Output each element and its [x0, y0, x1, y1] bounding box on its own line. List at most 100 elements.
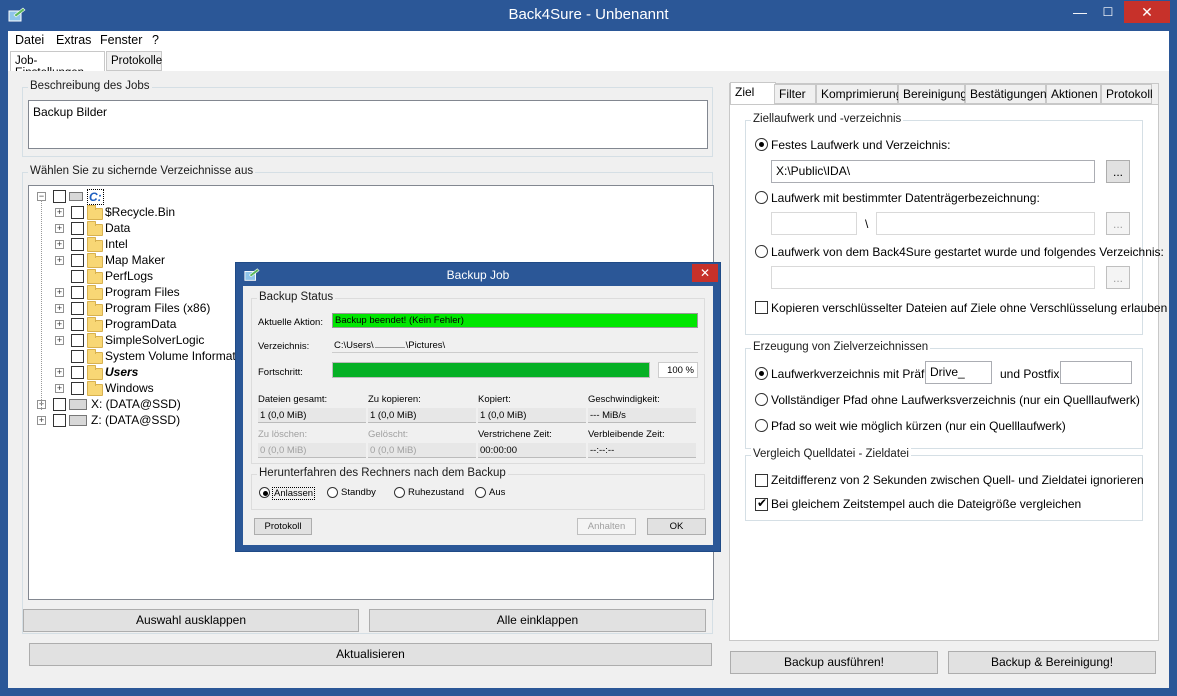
browse-start-drive-button[interactable]: ... — [1106, 266, 1130, 289]
tab-protokoll[interactable]: Protokoll — [1101, 84, 1153, 104]
radio-aus[interactable] — [475, 487, 486, 498]
tree-item[interactable]: + $Recycle.Bin — [55, 205, 255, 221]
checkbox-copy-encrypted[interactable] — [755, 301, 768, 314]
browse-path-button[interactable]: ... — [1106, 160, 1130, 183]
checkbox[interactable] — [71, 350, 84, 363]
tree-item[interactable]: + Users — [55, 365, 255, 381]
tree-drive[interactable]: + Z: (DATA@SSD) — [37, 413, 237, 429]
checkbox[interactable] — [71, 318, 84, 331]
radio-standby[interactable] — [327, 487, 338, 498]
tree-item[interactable]: + Data — [55, 221, 255, 237]
expand-selection-button[interactable]: Auswahl ausklappen — [23, 609, 359, 632]
radio-short-path[interactable] — [755, 419, 768, 432]
tree-item[interactable]: + Map Maker — [55, 253, 255, 269]
run-backup-button[interactable]: Backup ausführen! — [730, 651, 938, 674]
checkbox[interactable] — [71, 302, 84, 315]
expand-icon[interactable]: + — [55, 304, 64, 313]
expand-icon[interactable]: + — [55, 368, 64, 377]
checkbox[interactable] — [71, 382, 84, 395]
tree-item[interactable]: PerfLogs — [55, 269, 255, 285]
postfix-input[interactable] — [1060, 361, 1132, 384]
expand-icon[interactable]: + — [55, 240, 64, 249]
tree-item[interactable]: + Program Files (x86) — [55, 301, 255, 317]
target-path-input[interactable]: X:\Public\IDA\ — [771, 160, 1095, 183]
tree-item-label: Intel — [105, 237, 128, 251]
menu-help[interactable]: ? — [152, 33, 159, 47]
radio-ruhezustand[interactable] — [394, 487, 405, 498]
checkbox[interactable] — [53, 414, 66, 427]
radio-fixed-drive[interactable] — [755, 138, 768, 151]
minimize-button[interactable]: — — [1066, 1, 1094, 23]
radio-start-drive[interactable] — [755, 245, 768, 258]
title-bar[interactable]: Back4Sure - Unbenannt — ☐ ✕ — [0, 0, 1177, 31]
maximize-button[interactable]: ☐ — [1094, 1, 1122, 23]
dialog-close-button[interactable]: ✕ — [692, 264, 718, 282]
expand-icon[interactable]: + — [55, 256, 64, 265]
tab-ziel[interactable]: Ziel — [730, 82, 776, 104]
checkbox[interactable] — [71, 206, 84, 219]
tree-item[interactable]: + SimpleSolverLogic — [55, 333, 255, 349]
tree-item[interactable]: + Program Files — [55, 285, 255, 301]
radio-volume-label[interactable] — [755, 191, 768, 204]
checkbox[interactable] — [71, 238, 84, 251]
stat-value: --- MiB/s — [588, 408, 696, 423]
radio-anlassen[interactable] — [259, 487, 270, 498]
target-group: Ziellaufwerk und -verzeichnis Festes Lau… — [745, 113, 1167, 335]
checkbox-time-diff[interactable] — [755, 474, 768, 487]
dialog-pause-button[interactable]: Anhalten — [577, 518, 636, 535]
tab-protocols[interactable]: Protokolle — [106, 51, 162, 71]
close-button[interactable]: ✕ — [1124, 1, 1170, 23]
stat-label: Verbleibende Zeit: — [588, 429, 665, 440]
tree-item[interactable]: System Volume Information — [55, 349, 255, 365]
volume-label-input[interactable] — [771, 212, 857, 235]
tree-item-label: System Volume Information — [105, 349, 252, 363]
tab-bestaetigungen[interactable]: Bestätigungen — [965, 84, 1047, 104]
checkbox[interactable] — [71, 254, 84, 267]
target-dirs-group: Erzeugung von Zielverzeichnissen Laufwer… — [745, 341, 1143, 449]
expand-icon[interactable]: + — [55, 320, 64, 329]
checkbox[interactable] — [53, 190, 66, 203]
tab-filter[interactable]: Filter — [774, 84, 816, 104]
tab-bereinigung[interactable]: Bereinigung — [898, 84, 967, 104]
checkbox-size-compare[interactable] — [755, 496, 768, 511]
checkbox[interactable] — [71, 366, 84, 379]
prefix-input[interactable]: Drive_ — [925, 361, 992, 384]
expand-icon[interactable]: + — [55, 208, 64, 217]
refresh-button[interactable]: Aktualisieren — [29, 643, 712, 666]
menu-extras[interactable]: Extras — [56, 33, 91, 47]
tree-item[interactable]: + ProgramData — [55, 317, 255, 333]
dialog-ok-button[interactable]: OK — [647, 518, 706, 535]
expand-icon[interactable]: + — [37, 416, 46, 425]
dialog-title: Backup Job — [446, 268, 510, 282]
tree-root[interactable]: − C: — [37, 189, 137, 205]
menu-datei[interactable]: Datei — [15, 33, 44, 47]
tree-drive[interactable]: + X: (DATA@SSD) — [37, 397, 237, 413]
radio-prefix[interactable] — [755, 367, 768, 380]
browse-volume-button[interactable]: ... — [1106, 212, 1130, 235]
collapse-all-button[interactable]: Alle einklappen — [369, 609, 706, 632]
checkbox[interactable] — [53, 398, 66, 411]
menu-fenster[interactable]: Fenster — [100, 33, 142, 47]
label-size-compare: Bei gleichem Zeitstempel auch die Dateig… — [771, 497, 1082, 511]
checkbox[interactable] — [71, 222, 84, 235]
dialog-protocol-button[interactable]: Protokoll — [254, 518, 312, 535]
compare-label: Vergleich Quelldatei - Zieldatei — [751, 448, 911, 460]
tab-aktionen[interactable]: Aktionen — [1046, 84, 1101, 104]
tree-item-label: Program Files (x86) — [105, 301, 211, 315]
checkbox[interactable] — [71, 286, 84, 299]
expand-icon[interactable]: + — [55, 224, 64, 233]
radio-full-path[interactable] — [755, 393, 768, 406]
run-backup-clean-button[interactable]: Backup & Bereinigung! — [948, 651, 1156, 674]
tree-item[interactable]: + Intel — [55, 237, 255, 253]
description-input[interactable]: Backup Bilder — [28, 100, 708, 149]
start-drive-path-input[interactable] — [771, 266, 1095, 289]
expand-icon[interactable]: + — [55, 384, 64, 393]
checkbox[interactable] — [71, 334, 84, 347]
expand-icon[interactable]: + — [55, 288, 64, 297]
checkbox[interactable] — [71, 270, 84, 283]
tab-job-settings[interactable]: Job-Einstellungen — [10, 51, 105, 79]
tab-komprimierung[interactable]: Komprimierung — [816, 84, 902, 104]
volume-path-input[interactable] — [876, 212, 1095, 235]
expand-icon[interactable]: + — [55, 336, 64, 345]
tree-item[interactable]: + Windows — [55, 381, 255, 397]
